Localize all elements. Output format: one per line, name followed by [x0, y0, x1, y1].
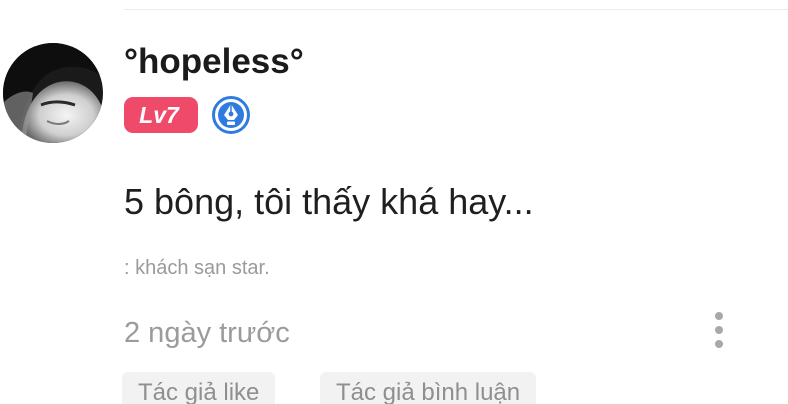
author-comment-tag: Tác giả bình luận — [320, 372, 537, 404]
username[interactable]: °hopeless° — [124, 40, 304, 84]
more-vertical-icon — [715, 312, 723, 320]
more-vertical-icon-dot — [715, 340, 723, 348]
pen-badge-icon — [212, 96, 250, 134]
avatar[interactable] — [3, 43, 103, 143]
timestamp: 2 ngày trước — [124, 317, 290, 349]
more-vertical-icon-dot — [715, 326, 723, 334]
reference-text[interactable]: : khách sạn star. — [124, 254, 270, 282]
author-like-tag: Tác giả like — [122, 372, 276, 404]
comment-card: °hopeless° Lv7 5 bông, tôi thấy khá hay.… — [0, 0, 788, 404]
level-badge: Lv7 — [124, 97, 198, 133]
more-options-button[interactable] — [704, 310, 734, 350]
comment-text: 5 bông, tôi thấy khá hay... — [124, 181, 534, 222]
top-divider — [124, 9, 788, 10]
